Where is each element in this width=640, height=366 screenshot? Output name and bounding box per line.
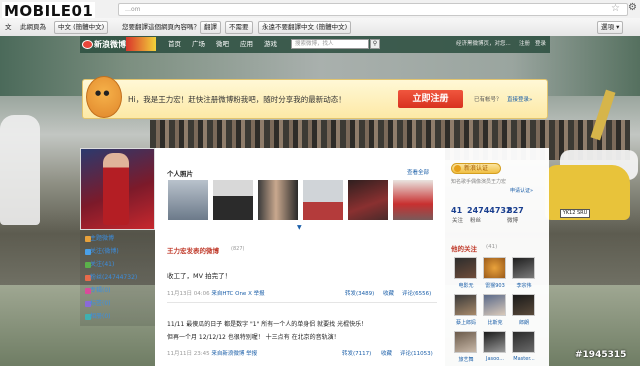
follow-name-3[interactable]: 李宗伟 xyxy=(509,282,539,289)
post-2-time[interactable]: 11月11日 23:45 xyxy=(167,351,210,357)
banner-message: Hi，我是王力宏！赶快注册微博粉我吧，随时分享我的最新动态！ xyxy=(128,95,346,104)
photos-title: 个人照片 xyxy=(167,170,193,178)
post-2-forward[interactable]: 转发(7117) xyxy=(342,349,371,357)
post-2-report[interactable]: 举报 xyxy=(246,351,257,357)
follow-avatar-2[interactable] xyxy=(483,257,506,279)
follow-avatar-7[interactable] xyxy=(454,331,477,353)
stat-fans-label: 粉丝 xyxy=(470,218,482,224)
post-2-fav[interactable]: 收藏 xyxy=(381,349,392,357)
follow-avatar-8[interactable] xyxy=(483,331,506,353)
post-2-source[interactable]: 来自新浪微博 xyxy=(211,351,244,357)
post-2-meta: 11月11日 23:45 来自新浪微博 举报 xyxy=(167,349,257,357)
photos-more-arrow[interactable]: ▼ xyxy=(297,224,302,231)
verified-icon xyxy=(454,165,461,172)
stat-fans-count[interactable]: 24744732 xyxy=(467,206,512,215)
post-1-source[interactable]: 来自HTC One X xyxy=(211,291,251,297)
post-1-forward[interactable]: 转发(3489) xyxy=(345,289,374,297)
wrench-menu-icon[interactable]: ⚙ xyxy=(628,2,637,14)
car-plate: YK12 SRU xyxy=(560,209,590,218)
sidebar-item-photos[interactable]: 相册(0) xyxy=(90,311,111,322)
follow-avatar-4[interactable] xyxy=(454,294,477,316)
follow-name-4[interactable]: 蔡上郎妈 xyxy=(451,319,481,326)
post-1-meta: 11月13日 04:06 来自HTC One X 举报 xyxy=(167,289,265,297)
translate-options-button[interactable]: 選項 ▾ xyxy=(597,21,624,34)
nav-item-bar[interactable]: 微吧 xyxy=(216,38,229,51)
follow-name-5[interactable]: 比斯克 xyxy=(480,319,510,326)
stat-weibo-label: 微博 xyxy=(507,218,519,224)
post-1-time[interactable]: 11月13日 04:06 xyxy=(167,291,210,297)
translate-question: 您要翻譯這個網頁內容嗎？ xyxy=(122,23,200,31)
feed-count: (827) xyxy=(231,246,245,252)
background-runner-left xyxy=(0,115,40,225)
sidebar-item-album[interactable]: 专辑(0) xyxy=(90,285,111,296)
follow-avatar-5[interactable] xyxy=(483,294,506,316)
address-bar[interactable]: …om xyxy=(118,3,628,16)
search-input[interactable]: 搜索微博，找人 xyxy=(291,39,369,49)
mascot-icon xyxy=(86,76,122,118)
follow-name-7[interactable]: 旅艺舞 xyxy=(451,356,481,363)
sidebar-item-follow-weibo[interactable]: 关注(微博) xyxy=(90,246,119,257)
following-count: (41) xyxy=(486,244,498,250)
bookmark-star-icon[interactable]: ☆ xyxy=(611,3,620,15)
nav-item-games[interactable]: 游戏 xyxy=(264,38,277,51)
follow-name-9[interactable]: Master... xyxy=(509,356,539,362)
apply-verify-link[interactable]: 申请认证» xyxy=(510,187,533,194)
follow-avatar-3[interactable] xyxy=(512,257,535,279)
translate-prompt: 此網頁為 xyxy=(20,23,46,31)
following-title: 他的关注 xyxy=(451,245,477,253)
logo-flag-decoration xyxy=(126,37,156,51)
sidebar-item-following[interactable]: 关注(41) xyxy=(90,259,114,270)
translate-icon: 文 xyxy=(5,23,12,31)
follow-avatar-1[interactable] xyxy=(454,257,477,279)
post-1-report[interactable]: 举报 xyxy=(254,291,265,297)
stat-following-label: 关注 xyxy=(452,218,464,224)
follow-name-8[interactable]: Jasoo... xyxy=(480,356,510,362)
site-logo[interactable]: 新浪微博 xyxy=(82,37,126,52)
nav-register-link[interactable]: 注册 xyxy=(519,38,530,51)
nav-item-apps[interactable]: 应用 xyxy=(240,38,253,51)
sidebar-item-fans[interactable]: 粉丝(24744732) xyxy=(90,272,137,283)
search-icon[interactable]: ⚲ xyxy=(370,39,380,49)
photo-thumb-4[interactable] xyxy=(303,180,343,220)
nav-right-text: 经济黑微博页，对您... xyxy=(456,41,511,47)
photo-thumb-6[interactable] xyxy=(393,180,433,220)
follow-name-2[interactable]: 雷猴903 xyxy=(480,282,510,289)
post-1-text: 收工了，MV 拍完了！ xyxy=(167,272,232,280)
post-2-text: 11/11 最傻瓜的日子 都是数字 "1" 所有一个人的单身侣 就要找 光棍快乐… xyxy=(167,321,368,328)
sidebar-item-topic[interactable]: 主题微博 xyxy=(90,233,114,244)
verified-description: 知名歌手偶像演员王力宏 xyxy=(451,179,507,185)
never-translate-button[interactable]: 永遠不要翻譯中文 (簡體中文) xyxy=(258,21,352,34)
feed-title: 王力宏发表的微博 xyxy=(167,247,219,255)
no-translate-button[interactable]: 不需要 xyxy=(225,21,253,34)
photos-view-all-link[interactable]: 查看全部 xyxy=(407,168,429,176)
follow-avatar-9[interactable] xyxy=(512,331,535,353)
post-1-fav[interactable]: 收藏 xyxy=(383,289,394,297)
have-account-text: 已有帐号？ xyxy=(474,97,502,103)
photo-thumb-5[interactable] xyxy=(348,180,388,220)
language-select[interactable]: 中文 (簡體中文) xyxy=(54,21,109,34)
stat-weibo-count[interactable]: 827 xyxy=(507,206,524,215)
photo-thumb-1[interactable] xyxy=(168,180,208,220)
stat-following-count[interactable]: 41 xyxy=(451,206,462,215)
post-2-text-line2: 但再一个月 12/12/12 也很特别喔！ 十三点有 在北京的音轨演！ xyxy=(167,334,340,341)
register-button[interactable]: 立即注册 xyxy=(398,90,463,108)
follow-name-6[interactable]: 郎朗 xyxy=(509,319,539,326)
sidebar-item-tags[interactable]: 标签(0) xyxy=(90,298,111,309)
avatar-figure xyxy=(103,153,129,225)
photo-thumb-3[interactable] xyxy=(258,180,298,220)
post-2-comment[interactable]: 评论(11053) xyxy=(400,349,433,357)
nav-login-link[interactable]: 登录 xyxy=(535,38,546,51)
image-id-watermark: #1945315 xyxy=(575,350,627,360)
nav-item-square[interactable]: 广场 xyxy=(192,38,205,51)
translate-button[interactable]: 翻譯 xyxy=(200,21,221,34)
photo-thumb-2[interactable] xyxy=(213,180,253,220)
follow-name-1[interactable]: 电影无 xyxy=(451,282,481,289)
nav-item-home[interactable]: 首页 xyxy=(168,38,181,51)
follow-avatar-6[interactable] xyxy=(512,294,535,316)
post-1-comment[interactable]: 评论(6556) xyxy=(402,289,431,297)
post-divider xyxy=(167,302,437,303)
login-link[interactable]: 直接登录» xyxy=(507,95,532,103)
mascot-face-icon: ● ● xyxy=(95,89,110,97)
